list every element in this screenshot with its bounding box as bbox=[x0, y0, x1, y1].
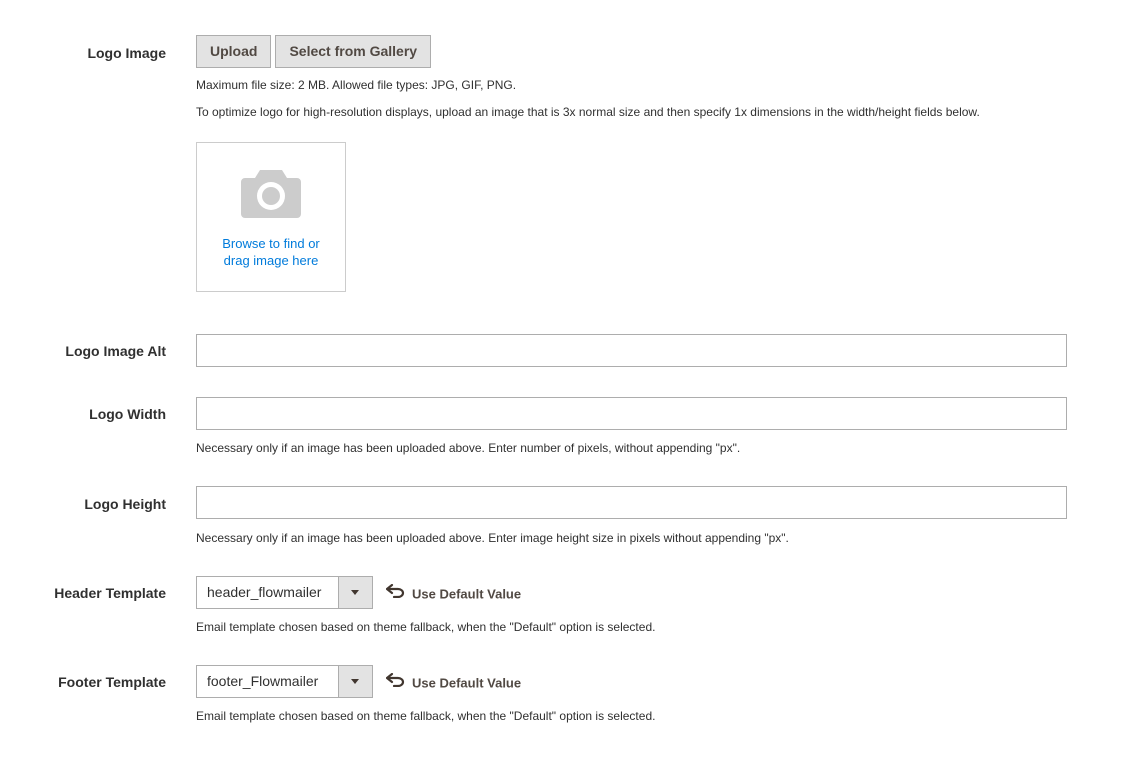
logo-height-label: Logo Height bbox=[84, 496, 166, 512]
browse-link[interactable]: Browse to find or drag image here bbox=[197, 235, 345, 269]
footer-template-label: Footer Template bbox=[58, 674, 166, 690]
browse-line-1: Browse to find or bbox=[222, 236, 320, 251]
header-use-default-label: Use Default Value bbox=[412, 586, 522, 602]
header-use-default-value[interactable]: Use Default Value bbox=[385, 577, 522, 610]
upload-button[interactable]: Upload bbox=[196, 35, 272, 68]
logo-width-label: Logo Width bbox=[89, 406, 166, 422]
logo-image-buttons: Upload Select from Gallery bbox=[196, 35, 432, 68]
logo-width-input[interactable] bbox=[196, 397, 1067, 430]
undo-icon bbox=[385, 666, 406, 699]
footer-use-default-value[interactable]: Use Default Value bbox=[385, 666, 522, 699]
chevron-down-icon bbox=[351, 679, 359, 684]
footer-use-default-label: Use Default Value bbox=[412, 675, 522, 691]
header-template-selected-value: header_flowmailer bbox=[207, 584, 322, 600]
browse-line-2: drag image here bbox=[223, 253, 319, 268]
logo-image-alt-input[interactable] bbox=[196, 334, 1067, 367]
undo-icon bbox=[385, 577, 406, 610]
logo-image-label: Logo Image bbox=[87, 45, 166, 61]
header-template-note: Email template chosen based on theme fal… bbox=[196, 620, 656, 634]
logo-width-note: Necessary only if an image has been uplo… bbox=[196, 441, 741, 455]
select-from-gallery-button[interactable]: Select from Gallery bbox=[275, 35, 432, 68]
header-template-select[interactable]: header_flowmailer bbox=[196, 576, 373, 609]
footer-template-selected-value: footer_Flowmailer bbox=[207, 673, 319, 689]
header-template-dropdown-toggle[interactable] bbox=[338, 577, 372, 608]
logo-image-alt-label: Logo Image Alt bbox=[65, 343, 166, 359]
footer-template-note: Email template chosen based on theme fal… bbox=[196, 709, 656, 723]
footer-template-dropdown-toggle[interactable] bbox=[338, 666, 372, 697]
footer-template-select[interactable]: footer_Flowmailer bbox=[196, 665, 373, 698]
email-logo-settings-form: Logo Image Upload Select from Gallery Max… bbox=[0, 0, 1144, 770]
image-dropzone[interactable]: Browse to find or drag image here bbox=[196, 142, 346, 292]
logo-height-note: Necessary only if an image has been uplo… bbox=[196, 531, 789, 545]
logo-image-optimize-note: To optimize logo for high-resolution dis… bbox=[196, 105, 980, 119]
logo-height-input[interactable] bbox=[196, 486, 1067, 519]
chevron-down-icon bbox=[351, 590, 359, 595]
logo-image-size-note: Maximum file size: 2 MB. Allowed file ty… bbox=[196, 78, 517, 92]
camera-icon bbox=[240, 168, 302, 225]
header-template-label: Header Template bbox=[54, 585, 166, 601]
